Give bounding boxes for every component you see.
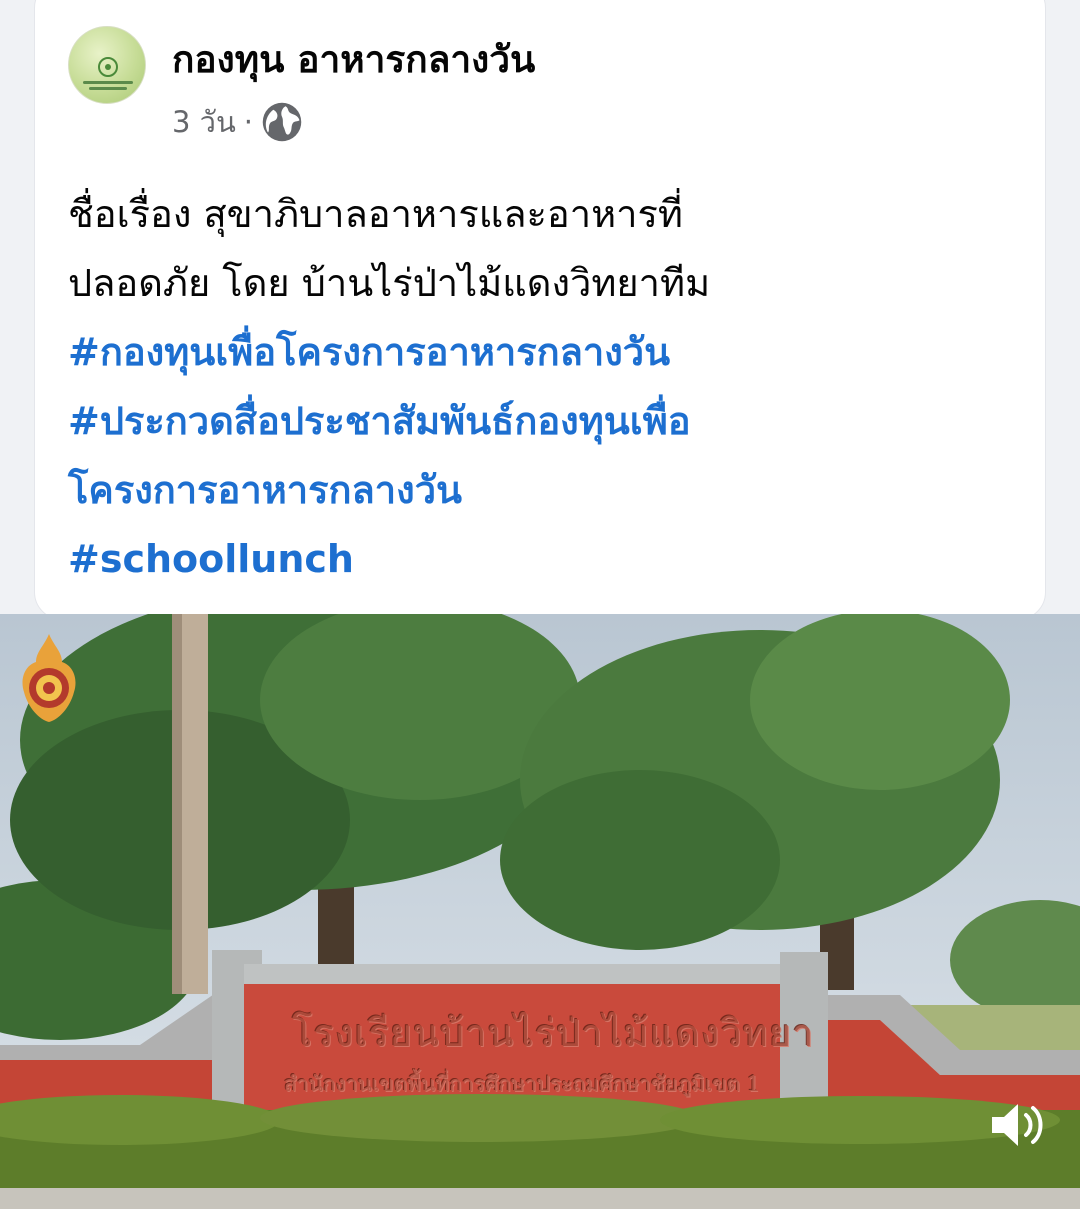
- avatar[interactable]: [68, 26, 146, 104]
- sign-title: โรงเรียนบ้านไร่ป่าไม้แดงวิทยา: [292, 1011, 815, 1055]
- post-text: ชื่อเรื่อง สุขาภิบาลอาหารและอาหารที่ ปลอ…: [68, 180, 968, 594]
- speaker-icon[interactable]: [988, 1098, 1048, 1152]
- hashtag-link[interactable]: โครงการอาหารกลางวัน: [68, 456, 968, 525]
- logo-text-line: [89, 87, 127, 90]
- video-frame: [0, 614, 1080, 1209]
- logo-text-line: [83, 81, 133, 84]
- post-meta: 3 วัน ·: [172, 100, 303, 144]
- logo-dot: [105, 64, 111, 70]
- post-time[interactable]: 3 วัน: [172, 99, 236, 145]
- post-text-line: ปลอดภัย โดย บ้านไร่ป่าไม้แดงวิทยาทีม: [68, 261, 711, 305]
- post-text-line: ชื่อเรื่อง สุขาภิบาลอาหารและอาหารที่: [68, 192, 683, 236]
- hashtag-link[interactable]: #กองทุนเพื่อโครงการอาหารกลางวัน: [68, 318, 968, 387]
- emblem-icon: [22, 634, 76, 722]
- hashtag-link[interactable]: #ประกวดสื่อประชาสัมพันธ์กองทุนเพื่อ: [68, 387, 968, 456]
- globe-icon: [262, 102, 302, 142]
- hashtag-link[interactable]: #schoollunch: [68, 525, 968, 594]
- sign-subtitle: สำนักงานเขตพื้นที่การศึกษาประถมศึกษาชัยภ…: [283, 1072, 761, 1096]
- meta-separator: ·: [243, 105, 253, 139]
- video-player[interactable]: [0, 614, 1080, 1209]
- post-header: กองทุน อาหารกลางวัน 3 วัน ·: [68, 26, 968, 142]
- page-name[interactable]: กองทุน อาหารกลางวัน: [172, 30, 535, 89]
